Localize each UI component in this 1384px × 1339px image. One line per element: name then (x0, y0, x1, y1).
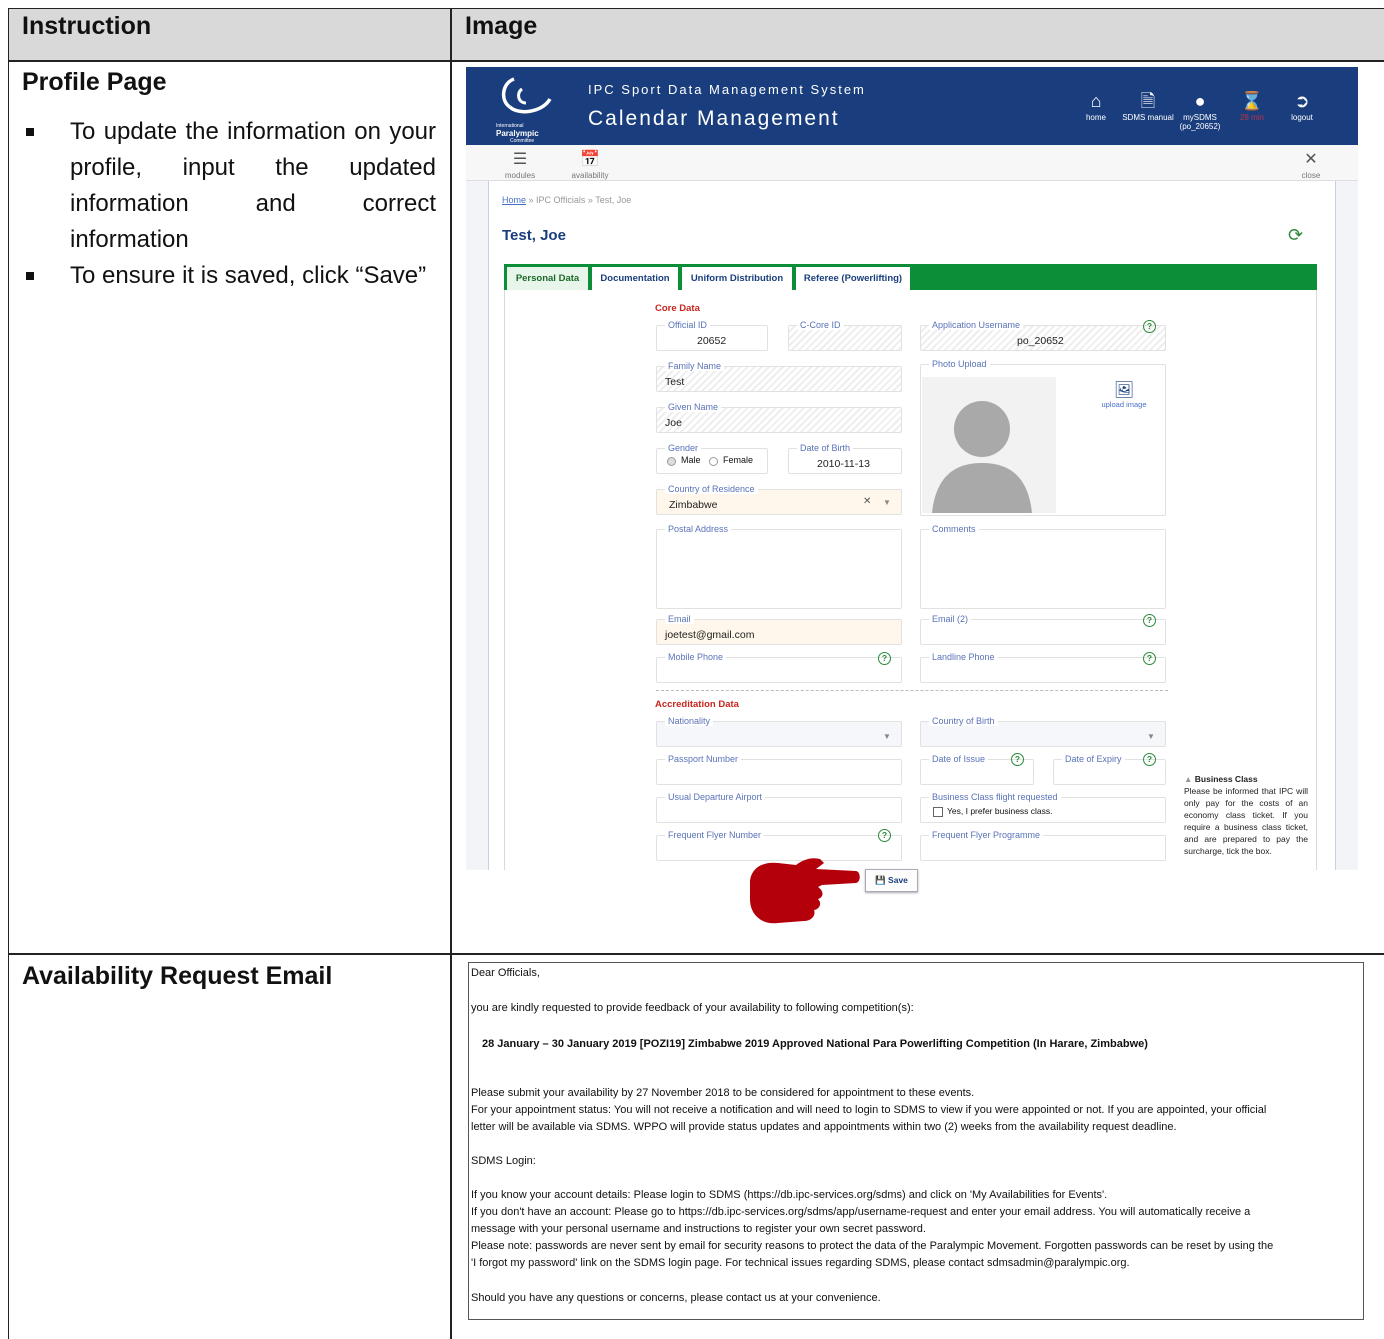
ccore-id-field[interactable]: C-Core ID (788, 320, 902, 351)
tab-documentation[interactable]: Documentation (592, 267, 678, 290)
toolbar: ☰ modules 📅 availability ✕ close (466, 145, 1358, 181)
tab-uniform-distribution[interactable]: Uniform Distribution (682, 267, 792, 290)
warning-icon: ▲ (1184, 774, 1195, 784)
business-class-checkbox[interactable] (933, 807, 943, 817)
landline-phone-field[interactable]: Landline Phone (920, 652, 1166, 683)
given-name-field[interactable]: Given Name Joe (656, 402, 902, 433)
email-closing: Should you have any questions or concern… (471, 1292, 881, 1304)
passport-number-field[interactable]: Passport Number (656, 754, 902, 785)
row-title-profile: Profile Page (22, 68, 167, 96)
chevron-down-icon: ▼ (883, 498, 891, 507)
user-icon: ● (1194, 91, 1206, 111)
frequent-flyer-programme-field[interactable]: Frequent Flyer Programme (920, 830, 1166, 861)
date-of-birth-field[interactable]: Date of Birth 2010-11-13 (788, 443, 902, 474)
module-name: Calendar Management (588, 107, 840, 130)
tab-bar: Personal Data Documentation Uniform Dist… (504, 264, 1317, 290)
email-status-line: letter will be available via SDMS. WPPO … (471, 1121, 1177, 1133)
nav-logout[interactable]: ➲ logout (1272, 89, 1332, 122)
help-icon[interactable]: ? (1143, 614, 1156, 627)
list-item: To ensure it is saved, click “Save” (22, 258, 436, 294)
breadcrumb: Home » IPC Officials » Test, Joe (502, 195, 632, 205)
help-icon[interactable]: ? (878, 652, 891, 665)
help-icon[interactable]: ? (1143, 320, 1156, 333)
mobile-phone-field[interactable]: Mobile Phone (656, 652, 902, 683)
email-greeting: Dear Officials, (471, 967, 540, 979)
chevron-down-icon: ▼ (1147, 732, 1155, 741)
upload-image-button[interactable]: 🖼 upload image (1094, 380, 1154, 409)
email-2-field[interactable]: Email (2) (920, 614, 1166, 645)
email-body: Dear Officials, you are kindly requested… (468, 962, 1364, 1320)
breadcrumb-home-link[interactable]: Home (502, 195, 526, 205)
divider (8, 953, 1384, 955)
modules-button[interactable]: ☰ modules (490, 149, 550, 180)
email-login-line: If you know your account details: Please… (471, 1189, 1108, 1201)
family-name-field[interactable]: Family Name Test (656, 361, 902, 392)
nav-home[interactable]: ⌂ home (1066, 89, 1126, 122)
help-icon[interactable]: ? (1143, 753, 1156, 766)
postal-address-textarea[interactable]: Postal Address (656, 524, 902, 609)
section-core-data: Core Data (655, 303, 700, 314)
comments-textarea[interactable]: Comments (920, 524, 1166, 609)
calendar-icon: 📅 (580, 151, 600, 168)
email-deadline: Please submit your availability by 27 No… (471, 1087, 975, 1099)
home-icon: ⌂ (1090, 91, 1102, 111)
tab-personal-data[interactable]: Personal Data (507, 267, 588, 290)
email-login-line: 'I forgot my password' link on the SDMS … (471, 1257, 1130, 1269)
country-of-birth-select[interactable]: Country of Birth ▼ (920, 716, 1166, 747)
table-header-row (9, 9, 1384, 61)
email-login-line: Please note: passwords are never sent by… (471, 1240, 1274, 1252)
nav-mysdms[interactable]: ● mySDMS (po_20652) (1170, 89, 1230, 131)
application-username-field[interactable]: Application Username po_20652 (920, 320, 1166, 351)
email-login-line: If you don't have an account: Please go … (471, 1206, 1251, 1218)
email-field[interactable]: Email joetest@gmail.com (656, 614, 902, 645)
avatar (922, 377, 1056, 513)
clear-icon[interactable]: ✕ (863, 496, 871, 507)
help-icon[interactable]: ? (1011, 753, 1024, 766)
logout-icon: ➲ (1294, 91, 1310, 111)
history-icon[interactable]: ⟳ (1288, 225, 1303, 246)
close-icon: ✕ (1304, 151, 1318, 168)
nav-manual[interactable]: 🗎 SDMS manual (1118, 89, 1178, 122)
divider (450, 8, 452, 1339)
help-icon[interactable]: ? (1143, 652, 1156, 665)
instruction-list: To update the information on your profil… (22, 114, 436, 294)
business-class-field: Business Class flight requested Yes, I pr… (920, 792, 1166, 823)
email-intro: you are kindly requested to provide feed… (471, 1002, 914, 1014)
header-instruction: Instruction (22, 12, 152, 40)
chevron-down-icon: ▼ (883, 732, 891, 741)
email-status-line: For your appointment status: You will no… (471, 1104, 1267, 1116)
page-title: Test, Joe (502, 227, 566, 244)
country-of-residence-select[interactable]: Country of Residence Zimbabwe ✕ ▼ (656, 484, 902, 515)
email-event: 28 January – 30 January 2019 [POZI19] Zi… (482, 1038, 1148, 1050)
divider (656, 690, 1168, 691)
nationality-select[interactable]: Nationality ▼ (656, 716, 902, 747)
save-button[interactable]: 💾 Save (865, 869, 918, 892)
gender-female-radio[interactable] (709, 457, 718, 466)
availability-button[interactable]: 📅 availability (560, 149, 620, 180)
gender-male-radio[interactable] (667, 457, 676, 466)
menu-icon: ☰ (512, 151, 528, 168)
close-button[interactable]: ✕ close (1281, 149, 1341, 180)
help-icon[interactable]: ? (878, 829, 891, 842)
pointing-hand-icon (750, 858, 860, 924)
section-accreditation-data: Accreditation Data (655, 699, 739, 710)
save-icon: 💾 (875, 875, 889, 885)
business-class-note: ▲ Business Class Please be informed that … (1184, 774, 1308, 856)
system-name: IPC Sport Data Management System (588, 82, 866, 97)
paralympic-logo: International Paralympic Committee (496, 75, 556, 144)
row-title-email: Availability Request Email (22, 962, 333, 990)
image-file-icon: 🖼 (1113, 382, 1135, 399)
sdms-header: International Paralympic Committee IPC S… (466, 67, 1358, 145)
tab-referee[interactable]: Referee (Powerlifting) (796, 267, 910, 290)
list-item: To update the information on your profil… (22, 114, 436, 258)
gender-field: Gender Male Female (656, 443, 768, 474)
profile-screenshot: International Paralympic Committee IPC S… (466, 67, 1358, 870)
official-id-field[interactable]: Official ID 20652 (656, 320, 768, 351)
email-login-line: message with your personal username and … (471, 1223, 926, 1235)
header-image: Image (465, 12, 538, 40)
divider (8, 60, 1384, 62)
pdf-icon: 🗎 (1140, 91, 1156, 111)
departure-airport-field[interactable]: Usual Departure Airport (656, 792, 902, 823)
email-login-heading: SDMS Login: (471, 1155, 536, 1167)
